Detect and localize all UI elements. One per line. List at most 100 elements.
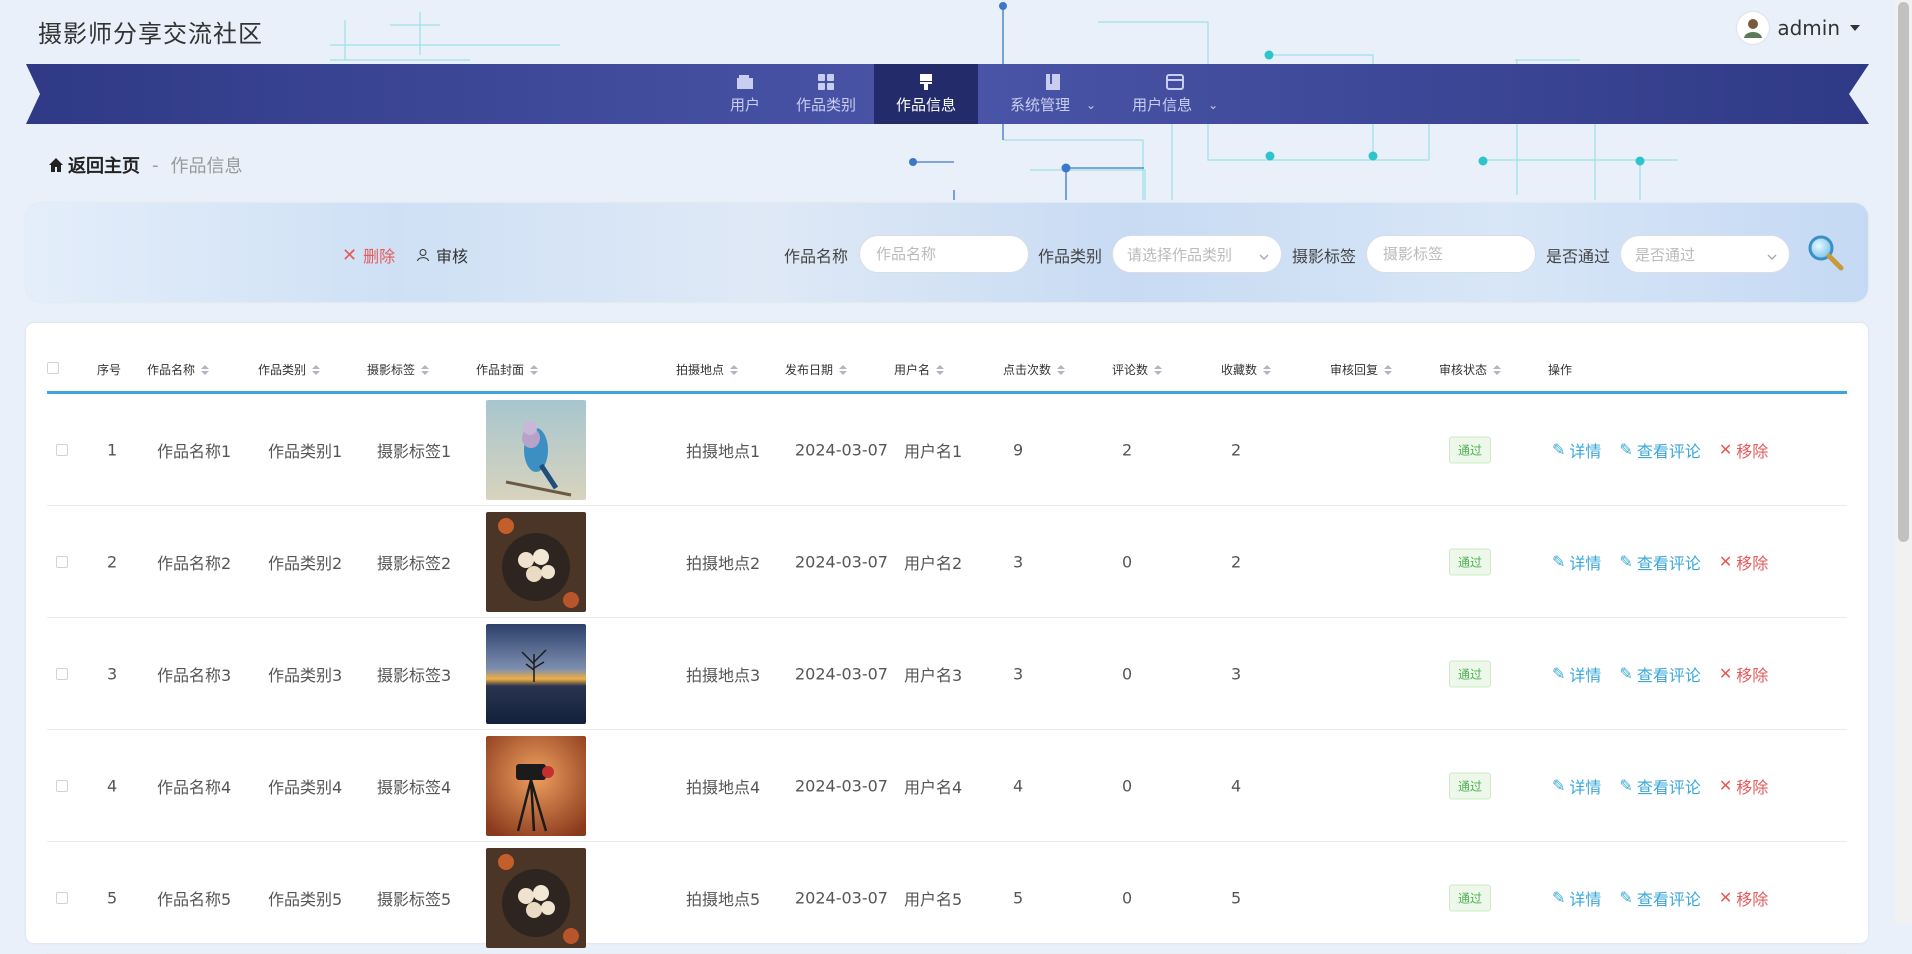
audit-label: 审核 — [436, 247, 469, 266]
detail-label: 详情 — [1569, 889, 1602, 909]
cover-image-sunset[interactable] — [486, 623, 586, 724]
header-clicks-sortable[interactable]: 点击次数 — [1003, 361, 1066, 378]
header-comments: 评论数 — [1112, 363, 1149, 377]
table-header: 序号 作品名称 作品类别 摄影标签 作品封面 拍摄地点 发布日期 用户名 点击次… — [47, 345, 1847, 394]
category-select-placeholder: 请选择作品类别 — [1127, 245, 1233, 264]
category-select[interactable]: 请选择作品类别 — [1112, 235, 1282, 273]
detail-button[interactable]: ✎ 详情 — [1552, 550, 1601, 574]
passed-select[interactable]: 是否通过 — [1620, 235, 1790, 273]
header-tag-sortable[interactable]: 摄影标签 — [367, 361, 430, 378]
edit-icon: ✎ — [1552, 664, 1566, 683]
header-date: 发布日期 — [785, 363, 834, 377]
status-badge: 通过 — [1449, 884, 1492, 911]
user-menu[interactable]: admin — [1737, 12, 1860, 44]
cover-image-food[interactable] — [486, 511, 586, 612]
remove-label: 移除 — [1736, 889, 1769, 909]
remove-button[interactable]: ✕ 移除 — [1719, 774, 1768, 798]
detail-button[interactable]: ✎ 详情 — [1552, 438, 1601, 462]
audit-button[interactable]: 审核 — [416, 243, 468, 267]
detail-button[interactable]: ✎ 详情 — [1552, 886, 1601, 910]
cover-image-bird[interactable] — [486, 399, 586, 500]
detail-button[interactable]: ✎ 详情 — [1552, 774, 1601, 798]
row-checkbox[interactable] — [56, 667, 68, 680]
name-search-input[interactable] — [874, 244, 1014, 264]
nav-label-userinfo: 用户信息 — [1132, 96, 1193, 114]
header-ops: 操作 — [1548, 363, 1573, 377]
delete-button[interactable]: ✕ 删除 — [342, 243, 395, 267]
tag-search-input[interactable] — [1381, 244, 1521, 264]
detail-button[interactable]: ✎ 详情 — [1552, 662, 1601, 686]
tag-filter-box — [1366, 235, 1536, 273]
view-comments-button[interactable]: ✎ 查看评论 — [1619, 438, 1700, 462]
header-category: 作品类别 — [258, 363, 307, 377]
header-comments-sortable[interactable]: 评论数 — [1112, 361, 1163, 378]
header-date-sortable[interactable]: 发布日期 — [785, 361, 848, 378]
cell-index: 3 — [107, 664, 118, 683]
remove-button[interactable]: ✕ 移除 — [1719, 662, 1768, 686]
close-icon: ✕ — [1718, 552, 1733, 571]
header-category-sortable[interactable]: 作品类别 — [258, 361, 321, 378]
nav-item-system[interactable]: 系统管理 ⌄ — [978, 64, 1114, 124]
cell-favorites: 4 — [1231, 776, 1242, 795]
nav-item-userinfo[interactable]: 用户信息 ⌄ — [1114, 64, 1236, 124]
select-all-checkbox[interactable] — [47, 362, 59, 374]
nav-item-categories[interactable]: 作品类别 — [778, 64, 874, 124]
cover-image-camera[interactable] — [486, 735, 586, 836]
status-badge: 通过 — [1449, 548, 1492, 575]
cell-comments: 2 — [1122, 440, 1133, 459]
cell-comments: 0 — [1122, 888, 1133, 907]
sort-icon — [1154, 364, 1163, 375]
remove-label: 移除 — [1736, 777, 1769, 797]
cell-clicks: 3 — [1013, 664, 1024, 683]
view-comments-button[interactable]: ✎ 查看评论 — [1619, 774, 1700, 798]
nav-item-users[interactable]: 用户 — [712, 64, 778, 124]
row-actions: ✎ 详情 ✎ 查看评论 ✕ 移除 — [1552, 438, 1768, 462]
search-icon — [1808, 235, 1844, 271]
header-name: 作品名称 — [147, 363, 196, 377]
row-checkbox[interactable] — [56, 555, 68, 568]
nav-item-works[interactable]: 作品信息 — [874, 64, 979, 124]
cell-tag: 摄影标签3 — [377, 665, 452, 685]
cell-tag: 摄影标签4 — [377, 777, 452, 797]
row-actions: ✎ 详情 ✎ 查看评论 ✕ 移除 — [1552, 774, 1768, 798]
chevron-down-icon: ⌄ — [1086, 97, 1097, 112]
table-row: 1 作品名称1 作品类别1 摄影标签1 拍摄地点1 2024-03-07 用户名… — [47, 394, 1847, 506]
detail-label: 详情 — [1569, 553, 1602, 573]
row-checkbox[interactable] — [56, 779, 68, 792]
header-favorites-sortable[interactable]: 收藏数 — [1221, 361, 1272, 378]
header-reply-sortable[interactable]: 审核回复 — [1330, 361, 1393, 378]
detail-label: 详情 — [1569, 665, 1602, 685]
main-navbar: 用户 作品类别 作品信息 系统管理 ⌄ 用户信息 ⌄ — [26, 64, 1869, 124]
cell-user: 用户名1 — [904, 441, 963, 461]
nav-label-works: 作品信息 — [896, 96, 957, 114]
view-comments-button[interactable]: ✎ 查看评论 — [1619, 550, 1700, 574]
breadcrumb-home[interactable]: 返回主页 — [48, 152, 140, 178]
cell-name: 作品名称2 — [157, 553, 232, 573]
remove-button[interactable]: ✕ 移除 — [1719, 438, 1768, 462]
header-status-sortable[interactable]: 审核状态 — [1439, 361, 1502, 378]
remove-button[interactable]: ✕ 移除 — [1719, 886, 1768, 910]
category-filter-label: 作品类别 — [1038, 247, 1103, 266]
header-location-sortable[interactable]: 拍摄地点 — [676, 361, 739, 378]
cell-clicks: 4 — [1013, 776, 1024, 795]
header-user-sortable[interactable]: 用户名 — [894, 361, 945, 378]
cell-comments: 0 — [1122, 664, 1133, 683]
cover-image-food[interactable] — [486, 847, 586, 948]
app-title: 摄影师分享交流社区 — [38, 20, 263, 48]
remove-button[interactable]: ✕ 移除 — [1719, 550, 1768, 574]
row-actions: ✎ 详情 ✎ 查看评论 ✕ 移除 — [1552, 662, 1768, 686]
header-tag: 摄影标签 — [367, 363, 416, 377]
search-button[interactable] — [1806, 233, 1846, 277]
header-cover-sortable[interactable]: 作品封面 — [476, 361, 539, 378]
view-comments-button[interactable]: ✎ 查看评论 — [1619, 886, 1700, 910]
page-scrollbar[interactable] — [1895, 0, 1912, 924]
view-comments-button[interactable]: ✎ 查看评论 — [1619, 662, 1700, 686]
caret-down-icon — [1850, 25, 1860, 31]
row-checkbox[interactable] — [56, 443, 68, 456]
header-name-sortable[interactable]: 作品名称 — [147, 361, 210, 378]
cell-favorites: 5 — [1231, 888, 1242, 907]
scrollbar-thumb[interactable] — [1898, 2, 1909, 542]
sort-icon — [1263, 364, 1272, 375]
row-checkbox[interactable] — [56, 891, 68, 904]
header-user: 用户名 — [894, 363, 931, 377]
